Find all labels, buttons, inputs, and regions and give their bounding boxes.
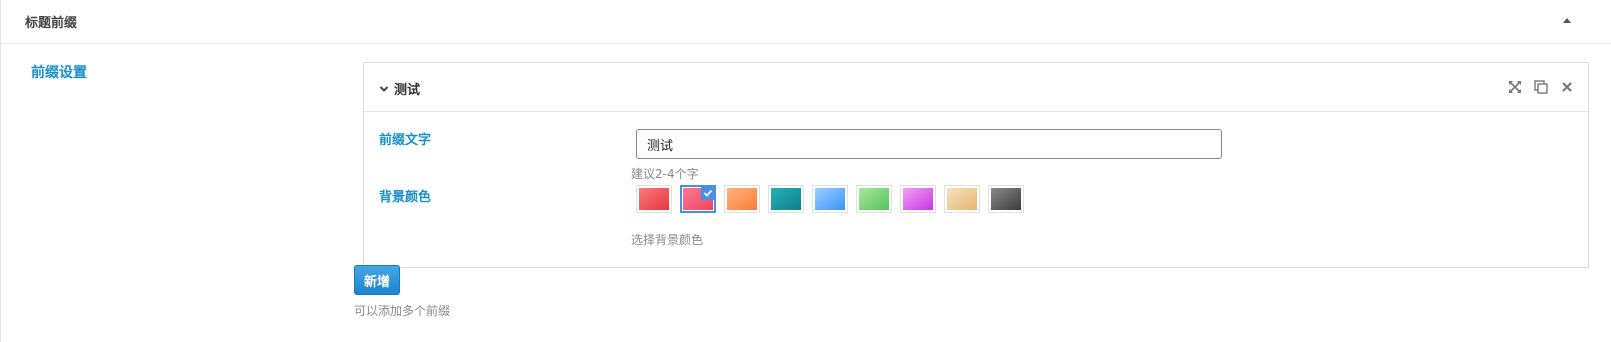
group-title: 测试 bbox=[394, 83, 421, 98]
add-hint: 可以添加多个前缀 bbox=[354, 304, 451, 318]
section-label: 前缀设置 bbox=[31, 65, 87, 81]
color-swatch-fill bbox=[991, 188, 1021, 210]
add-button[interactable]: 新增 bbox=[354, 265, 400, 295]
color-swatch-fill bbox=[639, 188, 669, 210]
prefix-text-hint: 建议2-4个字 bbox=[631, 167, 699, 181]
color-swatch-list bbox=[636, 185, 1024, 213]
color-swatch-fill bbox=[903, 188, 933, 210]
settings-page: 标题前缀 前缀设置 测试 前缀文字 测试 建议2-4个字 背景颜色 选择背景颜色… bbox=[0, 0, 1611, 342]
color-swatch[interactable] bbox=[636, 185, 672, 213]
color-swatch-fill bbox=[771, 188, 801, 210]
color-swatch-fill bbox=[727, 188, 757, 210]
color-swatch[interactable] bbox=[944, 185, 980, 213]
color-swatch[interactable] bbox=[680, 185, 716, 213]
triangle-up-icon[interactable] bbox=[1558, 12, 1576, 30]
panel-title: 标题前缀 bbox=[25, 16, 78, 31]
prefix-text-input[interactable] bbox=[636, 129, 1222, 159]
color-swatch[interactable] bbox=[812, 185, 848, 213]
group-tools bbox=[1506, 78, 1576, 96]
bg-color-label: 背景颜色 bbox=[379, 190, 432, 205]
color-swatch-fill bbox=[815, 188, 845, 210]
expand-icon[interactable] bbox=[1506, 78, 1524, 96]
color-swatch[interactable] bbox=[988, 185, 1024, 213]
group-header[interactable]: 测试 bbox=[364, 63, 1588, 112]
prefix-text-label: 前缀文字 bbox=[379, 133, 432, 148]
panel-header: 标题前缀 bbox=[1, 0, 1611, 44]
checkmark-icon bbox=[701, 186, 715, 200]
close-icon[interactable] bbox=[1558, 78, 1576, 96]
color-swatch-fill bbox=[859, 188, 889, 210]
color-swatch[interactable] bbox=[724, 185, 760, 213]
color-swatch[interactable] bbox=[856, 185, 892, 213]
chevron-down-icon[interactable] bbox=[378, 80, 390, 92]
color-swatch[interactable] bbox=[900, 185, 936, 213]
color-swatch-fill bbox=[947, 188, 977, 210]
color-swatch[interactable] bbox=[768, 185, 804, 213]
duplicate-icon[interactable] bbox=[1532, 78, 1550, 96]
prefix-group-card: 测试 前缀文字 测试 建议2-4个字 背景颜色 选择背景颜色 bbox=[363, 62, 1589, 268]
bg-color-hint: 选择背景颜色 bbox=[631, 233, 704, 247]
